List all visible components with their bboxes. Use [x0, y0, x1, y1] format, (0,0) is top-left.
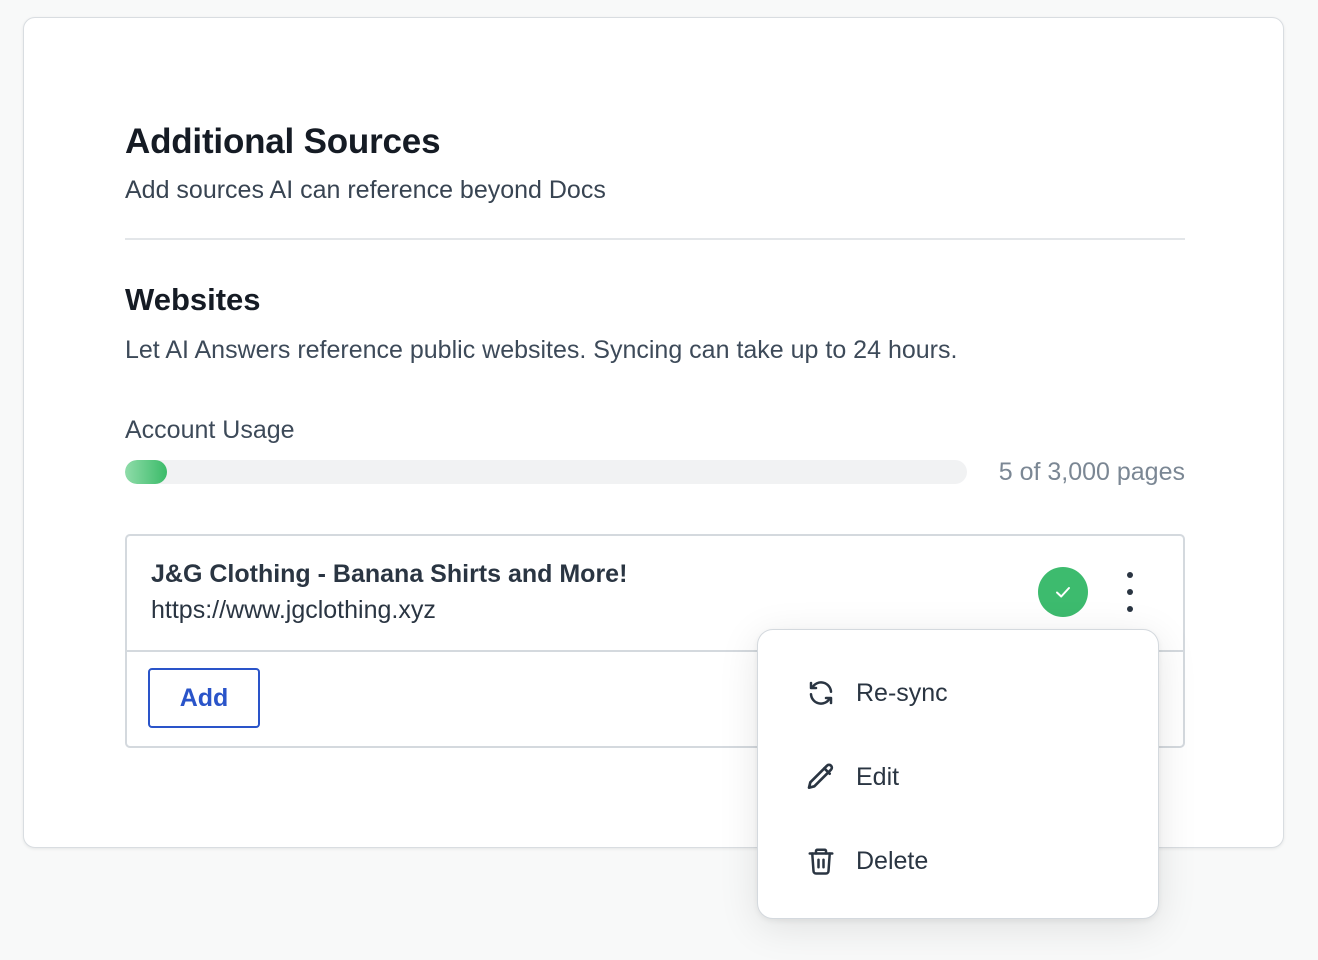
usage-progress-bar [125, 460, 967, 484]
check-icon [1056, 587, 1070, 598]
page-title: Additional Sources [125, 122, 441, 161]
account-usage-label: Account Usage [125, 416, 295, 444]
websites-heading: Websites [125, 282, 261, 317]
menu-item-label: Delete [856, 846, 929, 875]
more-options-icon[interactable] [1115, 572, 1145, 612]
refresh-icon [804, 676, 838, 710]
website-name: J&G Clothing - Banana Shirts and More! [151, 560, 628, 588]
menu-item-label: Edit [856, 762, 900, 791]
sync-status-check-icon [1038, 567, 1088, 617]
add-website-button[interactable]: Add [148, 668, 260, 728]
menu-item-delete[interactable]: Delete [758, 831, 1158, 891]
usage-count: 5 of 3,000 pages [998, 458, 1185, 486]
menu-item-resync[interactable]: Re-sync [758, 663, 1158, 723]
section-divider [125, 238, 1185, 240]
pencil-icon [804, 760, 838, 794]
website-url: https://www.jgclothing.xyz [151, 596, 436, 624]
usage-progress-fill [125, 460, 167, 484]
websites-description: Let AI Answers reference public websites… [125, 336, 958, 364]
menu-item-edit[interactable]: Edit [758, 747, 1158, 807]
trash-icon [804, 844, 838, 878]
page-subtitle: Add sources AI can reference beyond Docs [125, 176, 606, 204]
menu-item-label: Re-sync [856, 678, 948, 707]
website-options-menu: Re-sync Edit Delete [757, 629, 1159, 919]
